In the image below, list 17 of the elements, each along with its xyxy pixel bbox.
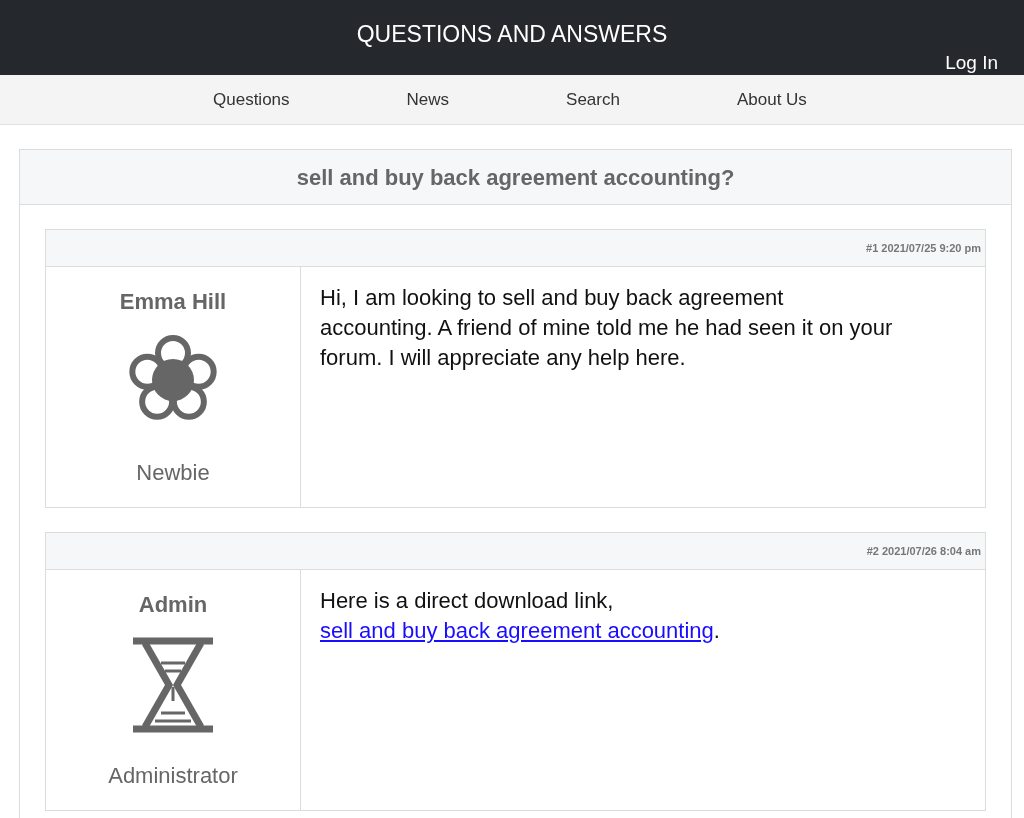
- site-title: QUESTIONS AND ANSWERS: [356, 20, 668, 49]
- hourglass-icon: [131, 637, 215, 733]
- login-link[interactable]: Log In: [945, 51, 998, 75]
- post-meta: #1 2021/07/25 9:20 pm: [866, 240, 981, 256]
- author-name[interactable]: Admin: [138, 588, 208, 621]
- post-body: Hi, I am looking to sell and buy back agreement accounting. A friend of mine told me he had seen it on your forum. I will appreciate any help here.: [320, 284, 894, 372]
- author-rank: Administrator: [108, 762, 238, 790]
- download-link[interactable]: sell and buy back agreement accounting: [320, 618, 714, 643]
- thread-title: sell and buy back agreement accounting?: [296, 163, 735, 192]
- nav-link[interactable]: Search: [566, 86, 620, 113]
- author-name[interactable]: Emma Hill: [119, 285, 227, 318]
- post-meta: #2 2021/07/26 8:04 am: [866, 543, 981, 559]
- post-body: Here is a direct download link, sell and buy back agreement accounting.: [320, 587, 721, 645]
- nav-link[interactable]: News: [406, 86, 450, 113]
- nav-link[interactable]: About Us: [736, 86, 807, 113]
- nav-link[interactable]: Questions: [213, 86, 290, 113]
- author-rank: Newbie: [136, 459, 210, 487]
